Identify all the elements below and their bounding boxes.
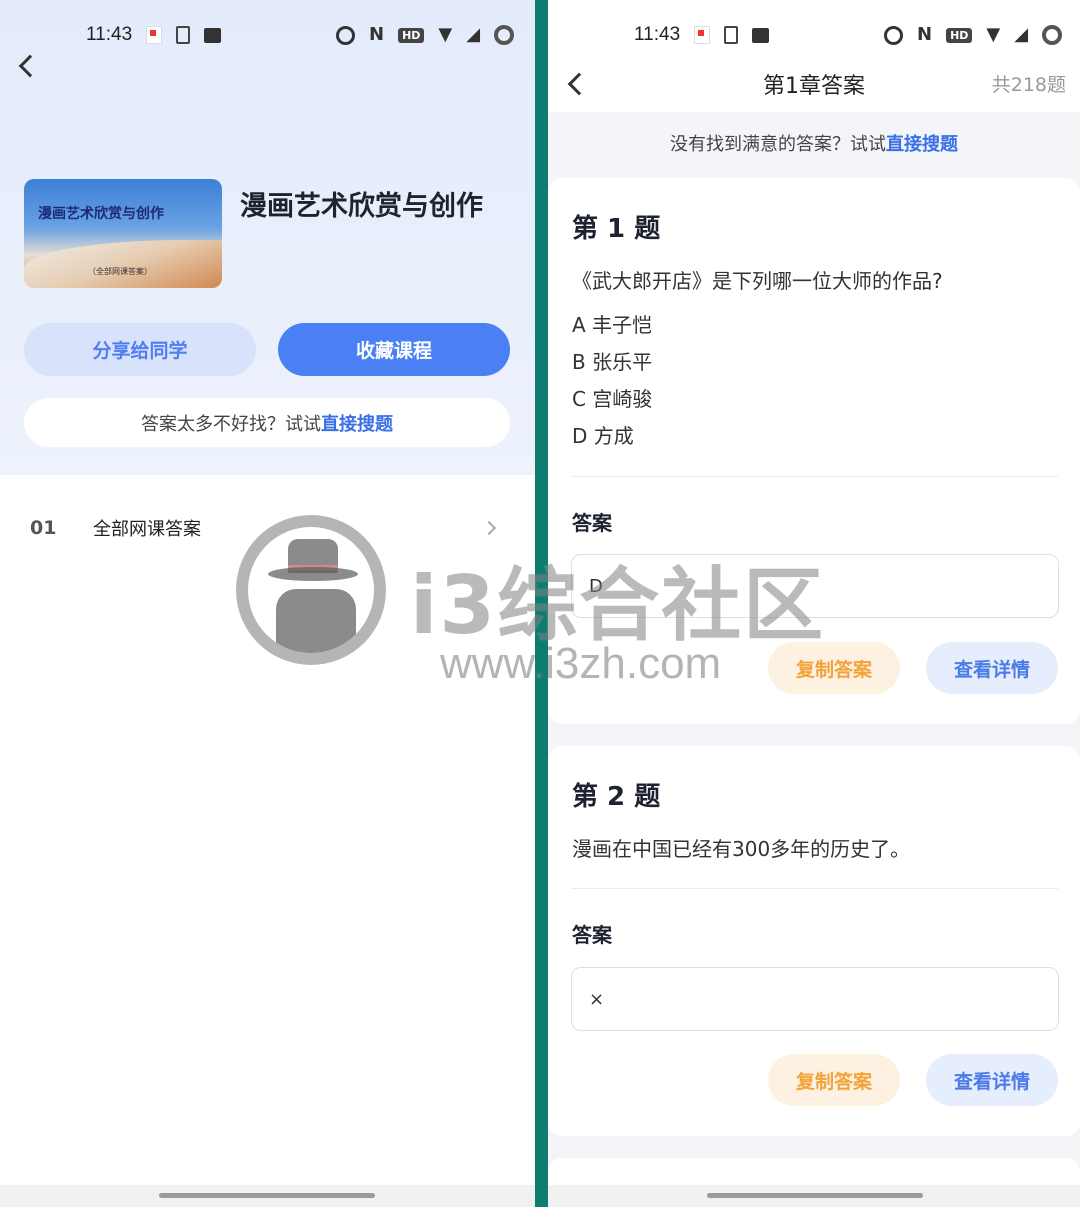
option-b: B 张乐平 (572, 350, 653, 374)
cover-subtitle: （全部网课答案） (88, 267, 152, 276)
notification-icon (146, 26, 163, 44)
nfc-icon: Ν (917, 24, 933, 45)
search-hint-text: 答案太多不好找？试试 (141, 413, 321, 435)
search-link[interactable]: 直接搜题 (321, 410, 393, 436)
cover-title: 漫画艺术欣赏与创作 (38, 206, 164, 222)
list-item-label: 全部网课答案 (93, 519, 201, 540)
split-divider (535, 0, 548, 1207)
search-hint-text: 没有找到满意的答案？试试 (670, 134, 886, 155)
gesture-bar (0, 1185, 535, 1207)
alarm-icon (884, 25, 903, 45)
ring-icon (1042, 25, 1063, 45)
answer-field: D (571, 554, 1059, 618)
download-icon (176, 26, 191, 44)
ring-icon (494, 25, 515, 45)
copy-answer-button[interactable]: 复制答案 (768, 642, 900, 694)
divider (572, 476, 1058, 477)
notification-icon (694, 26, 711, 44)
home-handle[interactable] (159, 1193, 375, 1198)
image-icon (752, 27, 770, 43)
collect-button[interactable]: 收藏课程 (278, 323, 510, 376)
answer-label: 答案 (572, 511, 612, 535)
divider (572, 888, 1058, 889)
status-time: 11:43 (634, 24, 681, 45)
copy-answer-button[interactable]: 复制答案 (768, 1054, 900, 1106)
answer-field: × (571, 967, 1059, 1031)
question-count: 共218题 (991, 74, 1066, 96)
search-hint[interactable]: 答案太多不好找？试试 直接搜题 (24, 398, 510, 447)
wifi-icon: ▼ (438, 24, 453, 45)
view-detail-button[interactable]: 查看详情 (926, 1054, 1058, 1106)
back-icon[interactable] (18, 54, 42, 78)
chevron-right-icon (481, 520, 497, 536)
home-handle[interactable] (707, 1193, 923, 1198)
course-title: 漫画艺术欣赏与创作 (240, 191, 483, 222)
course-cover: 漫画艺术欣赏与创作 （全部网课答案） (24, 179, 222, 288)
question-card: 第 2 题 漫画在中国已经有300多年的历史了。 答案 × 复制答案 查看详情 (548, 746, 1080, 1136)
answers-screen: 11:43 Ν HD ▼ ◢ 第1章答案 共218题 没有找到满意的答案？试试直… (548, 0, 1080, 1207)
status-icons: Ν HD ▼ ◢ (336, 18, 515, 52)
list-item-number: 01 (30, 517, 57, 539)
answer-label: 答案 (572, 923, 612, 947)
search-link[interactable]: 直接搜题 (886, 130, 958, 156)
hd-icon: HD (398, 27, 425, 43)
option-d: D 方成 (572, 424, 634, 448)
option-c: C 宫崎骏 (572, 387, 653, 411)
question-text: 漫画在中国已经有300多年的历史了。 (572, 837, 911, 861)
option-a: A 丰子恺 (572, 313, 653, 337)
status-time: 11:43 (86, 24, 133, 45)
download-icon (724, 26, 739, 44)
signal-icon: ◢ (466, 24, 481, 45)
status-bar: 11:43 (634, 18, 770, 52)
cover-dune (24, 240, 222, 288)
question-card: 第 1 题 《武大郎开店》是下列哪一位大师的作品? A 丰子恺 B 张乐平 C … (548, 178, 1080, 724)
course-hero: 11:43 Ν HD ▼ ◢ 漫画艺术欣赏与创作 （全部网课答案） 漫画艺术欣赏… (0, 0, 535, 475)
course-screen: 11:43 Ν HD ▼ ◢ 漫画艺术欣赏与创作 （全部网课答案） 漫画艺术欣赏… (0, 0, 535, 1207)
gesture-bar (548, 1185, 1080, 1207)
status-bar: 11:43 (86, 18, 222, 52)
question-number: 第 2 题 (572, 782, 661, 812)
answers-header: 11:43 Ν HD ▼ ◢ 第1章答案 共218题 (548, 0, 1080, 112)
nfc-icon: Ν (369, 24, 385, 45)
question-number: 第 1 题 (572, 214, 661, 244)
question-text: 《武大郎开店》是下列哪一位大师的作品? (572, 269, 943, 293)
alarm-icon (336, 25, 355, 45)
share-button[interactable]: 分享给同学 (24, 323, 256, 376)
search-hint[interactable]: 没有找到满意的答案？试试 直接搜题 (548, 112, 1080, 174)
signal-icon: ◢ (1014, 24, 1029, 45)
hd-icon: HD (946, 27, 973, 43)
image-icon (204, 27, 222, 43)
status-icons: Ν HD ▼ ◢ (884, 18, 1063, 52)
list-item[interactable]: 01 全部网课答案 (0, 500, 535, 556)
wifi-icon: ▼ (986, 24, 1001, 45)
view-detail-button[interactable]: 查看详情 (926, 642, 1058, 694)
